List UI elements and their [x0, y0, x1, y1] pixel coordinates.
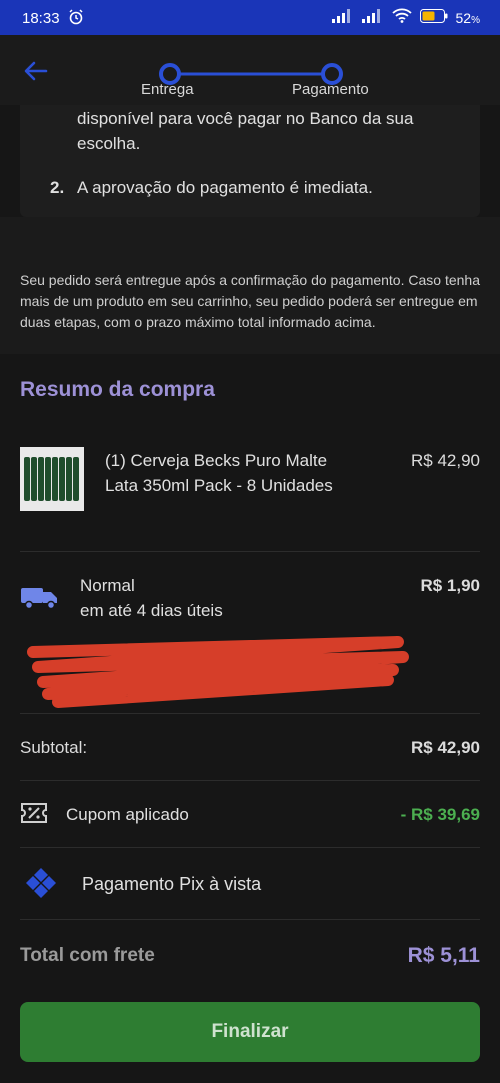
coupon-icon	[20, 801, 48, 830]
battery-icon	[419, 8, 448, 27]
alarm-icon	[68, 9, 84, 29]
back-arrow-icon[interactable]	[22, 57, 50, 85]
delivery-truck-icon	[20, 584, 60, 615]
product-price: R$ 42,90	[411, 451, 480, 470]
divider	[20, 713, 480, 714]
coupon-value: - R$ 39,69	[400, 805, 480, 824]
shipping-eta: em até 4 dias úteis	[80, 601, 223, 620]
shipping-name: Normal	[80, 576, 135, 595]
app-bar	[0, 35, 500, 105]
instruction-line-2: escolha.	[77, 134, 141, 153]
coupon-label: Cupom aplicado	[66, 805, 189, 824]
product-image	[20, 447, 84, 511]
instruction-line-1: disponível para você pagar no Banco da s…	[77, 109, 414, 128]
step-label-entrega: Entrega	[141, 81, 194, 98]
step-label-pagamento: Pagamento	[292, 81, 369, 98]
payment-method-label[interactable]: Pagamento Pix à vista	[82, 874, 261, 895]
divider	[20, 847, 480, 848]
status-bar: 18:33 52%	[0, 0, 500, 35]
subtotal-label: Subtotal:	[20, 738, 88, 757]
divider	[20, 780, 480, 781]
pix-icon	[24, 866, 58, 905]
battery-level: 52%	[455, 9, 480, 26]
divider	[20, 551, 480, 552]
redacted-address	[27, 636, 409, 708]
product-name-line-2: Lata 350ml Pack - 8 Unidades	[105, 476, 333, 495]
instruction-item-2: A aprovação do pagamento é imediata.	[77, 178, 373, 197]
finalize-button[interactable]: Finalizar	[20, 1002, 480, 1062]
total-label: Total com frete	[20, 945, 155, 966]
total-value: R$ 5,11	[407, 944, 480, 967]
status-time: 18:33	[22, 10, 60, 27]
product-name-line-1: (1) Cerveja Becks Puro Malte	[105, 451, 328, 470]
shipping-price: R$ 1,90	[420, 576, 480, 595]
divider	[20, 919, 480, 920]
instruction-number-2: 2.	[50, 178, 65, 197]
subtotal-value: R$ 42,90	[411, 738, 480, 757]
delivery-notice: Seu pedido será entregue após a confirma…	[20, 272, 480, 330]
signal-icon-2	[361, 8, 384, 27]
summary-title: Resumo da compra	[20, 378, 215, 401]
signal-icon	[331, 8, 354, 27]
wifi-icon	[391, 8, 412, 27]
